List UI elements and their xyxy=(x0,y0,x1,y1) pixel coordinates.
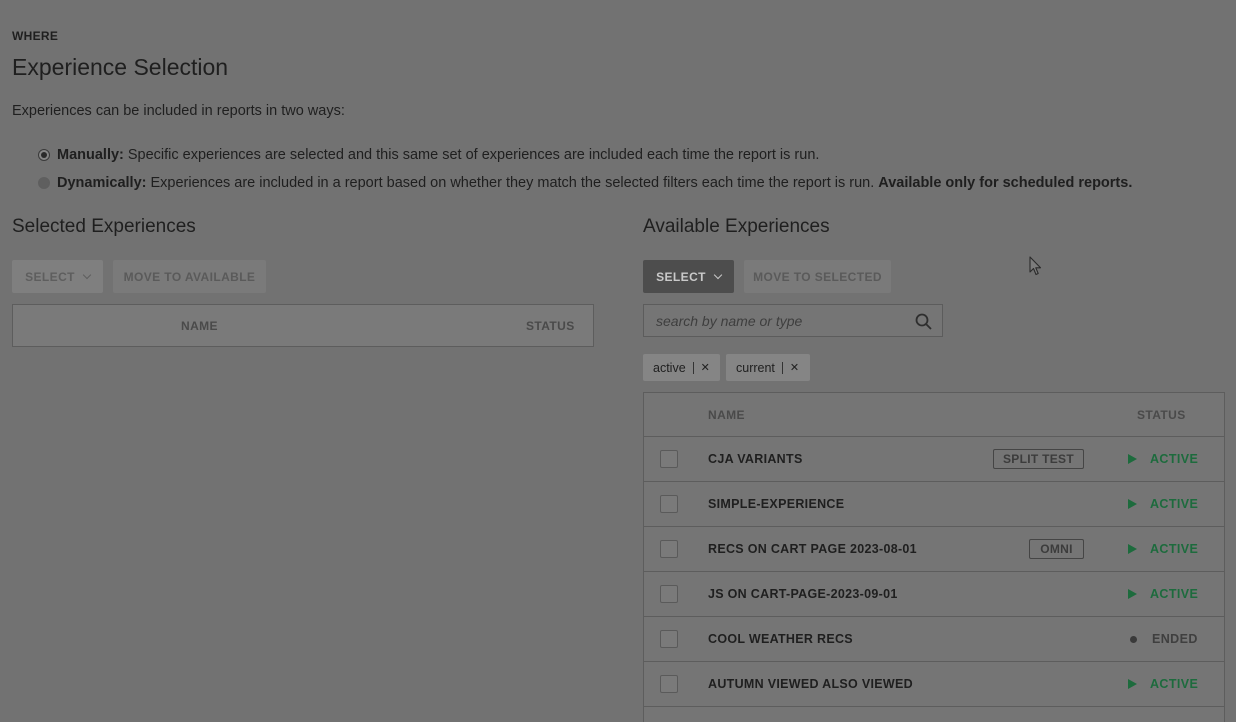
chevron-down-icon xyxy=(82,270,92,280)
selected-select-button[interactable]: SELECT xyxy=(12,260,103,293)
experience-name: AUTUMN VIEWED ALSO VIEWED xyxy=(708,677,913,691)
status-badge: ACTIVE xyxy=(1128,677,1198,691)
play-icon xyxy=(1128,499,1137,509)
available-select-button[interactable]: SELECT xyxy=(643,260,734,293)
table-row[interactable]: AUTUMN VIEWED ALSO VIEWED ACTIVE xyxy=(644,662,1224,707)
option-dynamically-label: Dynamically: xyxy=(57,175,147,191)
selected-select-label: SELECT xyxy=(25,269,75,284)
available-col-name[interactable]: NAME xyxy=(708,408,745,422)
experience-type-tag: OMNI xyxy=(1029,539,1084,559)
radio-dynamically[interactable] xyxy=(38,177,50,189)
available-experiences-title: Available Experiences xyxy=(643,216,830,237)
radio-manually[interactable] xyxy=(38,149,50,161)
play-icon xyxy=(1128,454,1137,464)
table-row[interactable]: RECS ON CART PAGE 2023-08-01 OMNI ACTIVE xyxy=(644,527,1224,572)
status-text: ACTIVE xyxy=(1150,497,1199,511)
play-icon xyxy=(1128,589,1137,599)
selected-col-name[interactable]: NAME xyxy=(181,319,218,333)
filter-chip-label: active xyxy=(653,360,686,375)
experience-name: SIMPLE-EXPERIENCE xyxy=(708,497,845,511)
section-eyebrow: WHERE xyxy=(12,29,59,43)
available-experiences-table: NAME STATUS CJA VARIANTS SPLIT TEST ACTI… xyxy=(643,392,1225,722)
option-manually-label: Manually: xyxy=(57,147,124,163)
status-badge: ACTIVE xyxy=(1128,542,1198,556)
move-to-selected-label: MOVE TO SELECTED xyxy=(753,269,882,284)
status-text: ACTIVE xyxy=(1150,587,1199,601)
page-title: Experience Selection xyxy=(12,54,229,80)
play-icon xyxy=(1128,544,1137,554)
available-select-label: SELECT xyxy=(656,269,706,284)
row-checkbox[interactable] xyxy=(660,495,678,513)
move-to-available-button[interactable]: MOVE TO AVAILABLE xyxy=(113,260,266,293)
option-manually-text: Specific experiences are selected and th… xyxy=(127,147,820,163)
table-row[interactable]: SIMPLE-EXPERIENCE ACTIVE xyxy=(644,482,1224,527)
experience-name: JS ON CART-PAGE-2023-09-01 xyxy=(708,587,898,601)
option-dynamically-note: Available only for scheduled reports. xyxy=(878,175,1133,191)
selected-col-status[interactable]: STATUS xyxy=(526,319,575,333)
option-dynamically-text: Experiences are included in a report bas… xyxy=(150,175,875,191)
selected-experiences-table: NAME STATUS xyxy=(12,304,594,347)
selected-experiences-title: Selected Experiences xyxy=(12,216,196,237)
status-text: ACTIVE xyxy=(1150,452,1199,466)
row-checkbox[interactable] xyxy=(660,630,678,648)
experience-name: COOL WEATHER RECS xyxy=(708,632,853,646)
status-badge: ENDED xyxy=(1128,632,1198,646)
filter-chip-active: active ✕ xyxy=(643,354,720,381)
status-badge: ACTIVE xyxy=(1128,587,1198,601)
experience-type-tag: SPLIT TEST xyxy=(993,449,1084,469)
experience-name: RECS ON CART PAGE 2023-08-01 xyxy=(708,542,917,556)
intro-text: Experiences can be included in reports i… xyxy=(12,103,345,119)
move-to-available-label: MOVE TO AVAILABLE xyxy=(123,269,256,284)
table-row[interactable]: CJA VARIANTS SPLIT TEST ACTIVE xyxy=(644,437,1224,482)
status-text: ENDED xyxy=(1152,632,1198,646)
close-icon[interactable]: ✕ xyxy=(790,361,799,374)
search-input[interactable] xyxy=(654,312,908,330)
row-checkbox[interactable] xyxy=(660,450,678,468)
row-checkbox[interactable] xyxy=(660,540,678,558)
option-manually[interactable]: Manually: Specific experiences are selec… xyxy=(38,147,819,163)
search-box xyxy=(643,304,943,337)
status-text: ACTIVE xyxy=(1150,677,1199,691)
filter-chip-current: current ✕ xyxy=(726,354,810,381)
mouse-cursor-icon xyxy=(1029,256,1042,276)
chevron-down-icon xyxy=(713,270,723,280)
table-row[interactable]: COOL WEATHER RECS ENDED xyxy=(644,617,1224,662)
search-icon[interactable] xyxy=(915,313,932,330)
status-text: ACTIVE xyxy=(1150,542,1199,556)
experience-name: CJA VARIANTS xyxy=(708,452,803,466)
ended-dot-icon xyxy=(1130,635,1137,643)
close-icon[interactable]: ✕ xyxy=(701,361,710,374)
row-checkbox[interactable] xyxy=(660,585,678,603)
table-header: NAME STATUS xyxy=(644,393,1224,437)
status-badge: ACTIVE xyxy=(1128,497,1198,511)
option-dynamically[interactable]: Dynamically: Experiences are included in… xyxy=(38,175,1132,191)
play-icon xyxy=(1128,679,1137,689)
status-badge: ACTIVE xyxy=(1128,452,1198,466)
table-row[interactable]: JS ON CART-PAGE-2023-09-01 ACTIVE xyxy=(644,572,1224,617)
filter-chip-label: current xyxy=(736,360,775,375)
move-to-selected-button[interactable]: MOVE TO SELECTED xyxy=(744,260,891,293)
available-col-status[interactable]: STATUS xyxy=(1137,408,1186,422)
row-checkbox[interactable] xyxy=(660,675,678,693)
